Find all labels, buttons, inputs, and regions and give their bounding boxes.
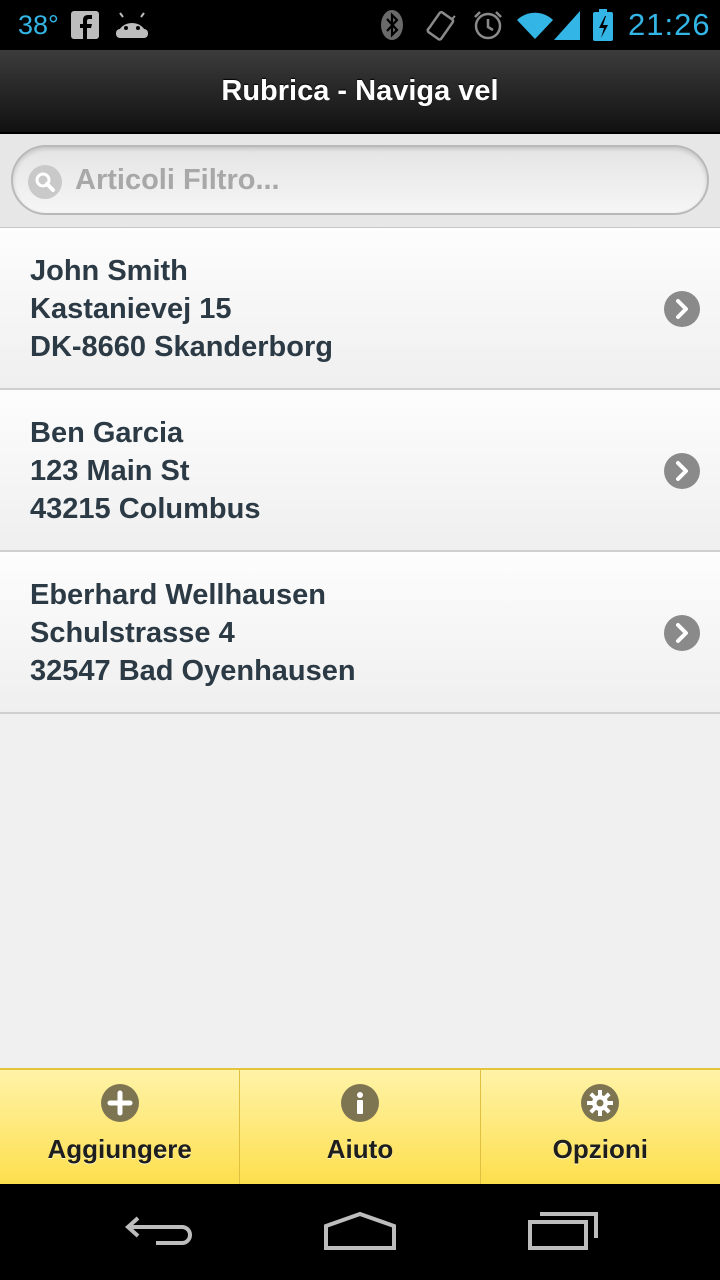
page-title: Rubrica - Naviga vel — [221, 74, 499, 107]
home-icon[interactable] — [322, 1208, 398, 1259]
contact-city: 32547 Bad Oyenhausen — [30, 655, 356, 687]
recent-apps-icon[interactable] — [526, 1208, 600, 1259]
system-nav-bar — [0, 1184, 720, 1280]
temperature-text: 38° — [18, 9, 59, 40]
android-icon — [114, 0, 150, 50]
battery-icon — [592, 0, 614, 50]
info-icon — [340, 1084, 379, 1122]
chevron-right-icon[interactable] — [664, 453, 700, 489]
facebook-icon — [70, 0, 100, 50]
contact-name: Eberhard Wellhausen — [30, 579, 326, 611]
contact-street: Kastanievej 15 — [30, 293, 232, 325]
help-button-label: Aiuto — [326, 1134, 394, 1164]
plus-icon — [100, 1084, 139, 1122]
add-button[interactable]: Aggiungere — [0, 1070, 241, 1184]
contact-list: John Smith Kastanievej 15 DK-8660 Skande… — [0, 228, 720, 714]
options-button[interactable]: Opzioni — [481, 1070, 720, 1184]
app-header: Rubrica - Naviga vel — [0, 50, 720, 134]
contact-city: DK-8660 Skanderborg — [30, 331, 333, 363]
wifi-icon — [516, 0, 554, 50]
list-item[interactable]: Ben Garcia 123 Main St 43215 Columbus — [0, 390, 720, 552]
back-icon[interactable] — [122, 1208, 196, 1259]
status-bar: 38° 21:26 — [0, 0, 720, 50]
contact-street: Schulstrasse 4 — [30, 617, 235, 649]
search-field-container[interactable] — [11, 145, 709, 215]
footer-navbar: Aggiungere Aiuto Opzioni — [0, 1068, 720, 1184]
vibrate-icon — [424, 0, 458, 50]
add-button-label: Aggiungere — [47, 1134, 192, 1164]
list-item[interactable]: Eberhard Wellhausen Schulstrasse 4 32547… — [0, 552, 720, 714]
contact-name: Ben Garcia — [30, 417, 184, 449]
list-item[interactable]: John Smith Kastanievej 15 DK-8660 Skande… — [0, 228, 720, 390]
search-bar — [0, 134, 720, 228]
search-input[interactable] — [75, 155, 675, 205]
contact-name: John Smith — [30, 255, 188, 287]
options-button-label: Opzioni — [552, 1134, 648, 1164]
contact-city: 43215 Columbus — [30, 493, 261, 525]
contact-street: 123 Main St — [30, 455, 190, 487]
alarm-icon — [472, 0, 504, 50]
help-button[interactable]: Aiuto — [240, 1070, 481, 1184]
chevron-right-icon[interactable] — [664, 615, 700, 651]
gear-icon — [581, 1084, 620, 1122]
search-icon — [28, 165, 62, 199]
signal-icon — [552, 0, 582, 50]
chevron-right-icon[interactable] — [664, 291, 700, 327]
clock-text: 21:26 — [628, 7, 711, 42]
bluetooth-icon — [380, 0, 404, 50]
